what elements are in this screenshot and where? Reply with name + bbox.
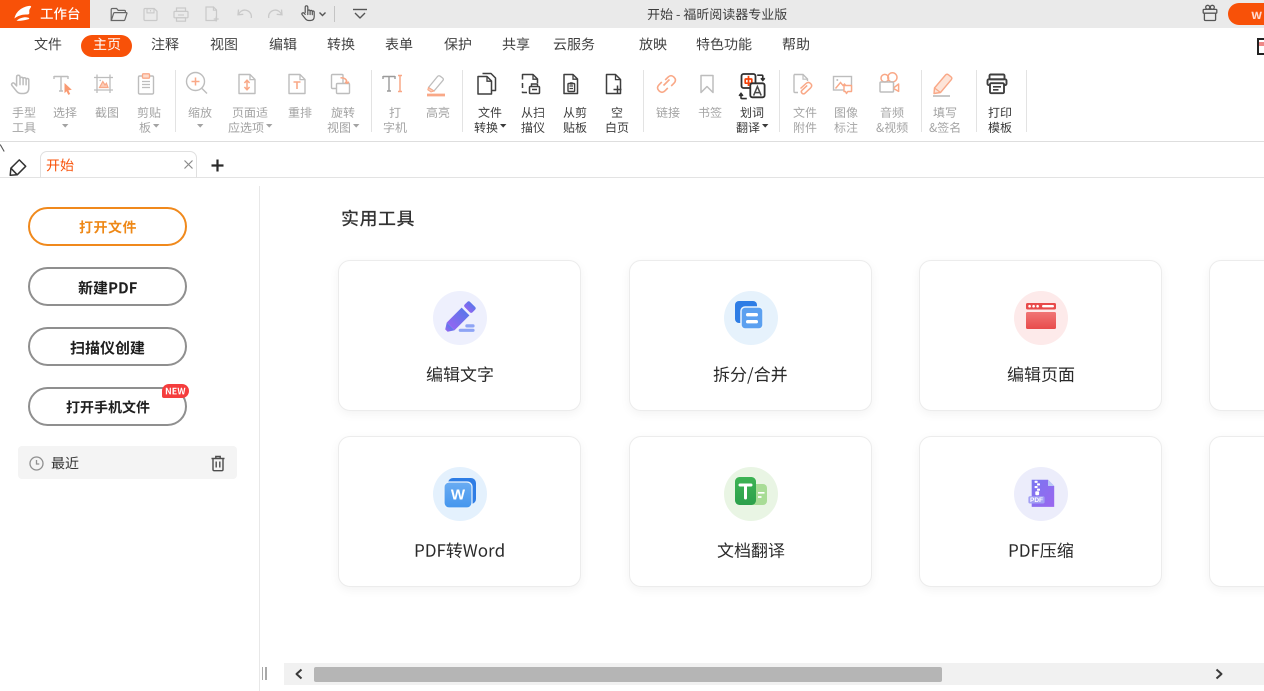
svg-text:W: W — [450, 486, 465, 503]
svg-text:PDF: PDF — [1030, 497, 1043, 504]
